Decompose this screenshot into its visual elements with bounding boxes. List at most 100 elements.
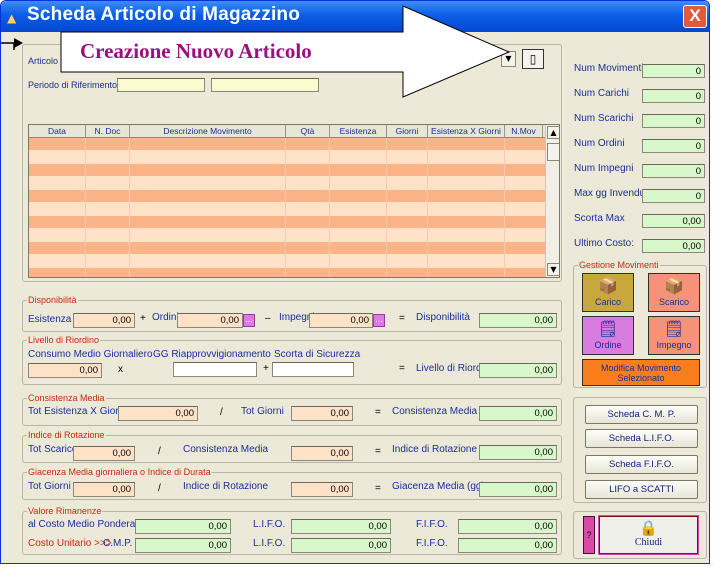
- stat-label: Scorta Max: [574, 213, 625, 224]
- chiudi-button[interactable]: 🔒 Chiudi: [598, 515, 699, 555]
- rimanenze-legend: Valore Rimanenze: [27, 506, 103, 516]
- main-window: ▲ Scheda Articolo di Magazzino X Articol…: [0, 0, 710, 564]
- plus-sign-2: +: [263, 363, 269, 374]
- table-row[interactable]: [29, 216, 545, 229]
- scheda-button-0[interactable]: Scheda C. M. P.: [585, 405, 698, 424]
- consistenza-media-field-2[interactable]: 0,00: [291, 446, 353, 461]
- grid-divider: [504, 138, 505, 277]
- grid-col-header[interactable]: N.Mov: [505, 125, 543, 138]
- table-row[interactable]: [29, 164, 545, 177]
- grid-col-header[interactable]: Esistenza X Giorni: [428, 125, 505, 138]
- grid-divider: [85, 138, 86, 277]
- consumo-field[interactable]: 0,00: [28, 363, 102, 378]
- scroll-up-icon[interactable]: ▲: [547, 126, 559, 139]
- table-row[interactable]: [29, 190, 545, 203]
- grid-col-header[interactable]: Descrizione Movimento: [130, 125, 286, 138]
- stat-value: 0: [642, 164, 705, 178]
- indice-rotazione-field-2[interactable]: 0,00: [291, 482, 353, 497]
- grid-divider: [285, 138, 286, 277]
- tot-giorni-field[interactable]: 0,00: [291, 406, 353, 421]
- table-row[interactable]: [29, 242, 545, 255]
- scheda-button-1[interactable]: Scheda L.I.F.O.: [585, 429, 698, 448]
- grid-col-header[interactable]: Data: [29, 125, 86, 138]
- grid-divider: [129, 138, 130, 277]
- close-button[interactable]: X: [683, 5, 707, 28]
- giacenza-result-field: 0,00: [479, 482, 557, 497]
- stat-value: 0: [642, 89, 705, 103]
- equals-sign-2: =: [399, 363, 405, 374]
- lock-icon: 🔒: [639, 519, 658, 537]
- table-row[interactable]: [29, 229, 545, 242]
- table-row[interactable]: [29, 177, 545, 190]
- ordini-label: Ordini: [152, 312, 179, 323]
- scheda-button-2[interactable]: Scheda F.I.F.O.: [585, 455, 698, 474]
- indice-rotazione-label-2: Indice di Rotazione: [183, 481, 269, 492]
- stat-value: 0: [642, 139, 705, 153]
- table-row[interactable]: [29, 138, 545, 151]
- tot-giorni-label-2: Tot Giorni: [28, 481, 71, 492]
- ordine-button[interactable]: 🗒 Ordine: [582, 316, 634, 355]
- scarico-button[interactable]: 📦 Scarico: [648, 273, 700, 312]
- multiply-sign: x: [118, 364, 123, 375]
- stat-value: 0: [642, 189, 705, 203]
- divide-sign-3: /: [158, 483, 161, 494]
- carico-button[interactable]: 📦 Carico: [582, 273, 634, 312]
- stat-label: Num Impegni: [574, 163, 634, 174]
- tot-giorni-field-2[interactable]: 0,00: [73, 482, 135, 497]
- plus-sign: +: [140, 313, 146, 324]
- esistenza-field[interactable]: 0,00: [73, 313, 135, 328]
- help-button[interactable]: ?: [583, 516, 595, 554]
- impegni-field[interactable]: 0,00: [309, 313, 373, 328]
- costo-unitario-label: Costo Unitario >>>: [28, 538, 112, 549]
- tot-scarico-field[interactable]: 0,00: [73, 446, 135, 461]
- gestione-legend: Gestione Movimenti: [578, 260, 660, 270]
- tot-esistenza-label: Tot Esistenza X Giorni: [28, 406, 127, 417]
- table-row[interactable]: [29, 203, 545, 216]
- impegno-button[interactable]: 🗒 Impegno: [648, 316, 700, 355]
- lifo-field-1: 0,00: [291, 519, 391, 534]
- grid-col-header[interactable]: N. Doc: [86, 125, 130, 138]
- grid-header: Data N. Doc Descrizione Movimento Qtà Esiste…: [29, 125, 545, 138]
- table-row[interactable]: [29, 268, 545, 277]
- impegni-detail-button[interactable]: ...: [373, 314, 385, 327]
- table-row[interactable]: [29, 151, 545, 164]
- stat-label: Num Scarichi: [574, 113, 634, 124]
- grid-scrollbar[interactable]: ▲ ▼: [545, 125, 559, 277]
- cmp-field: 0,00: [135, 538, 231, 553]
- giacenza-legend: Giacenza Media giornaliera o Indice di D…: [27, 467, 212, 477]
- grid-col-header[interactable]: Qtà: [286, 125, 330, 138]
- scorta-sicurezza-label: Scorta di Sicurezza: [274, 349, 361, 360]
- cmp-label: C.M.P.: [103, 538, 133, 549]
- ordini-field[interactable]: 0,00: [177, 313, 243, 328]
- fifo-label-1: F.I.F.O.: [416, 519, 448, 530]
- rotazione-result-field: 0,00: [479, 445, 557, 460]
- grid-divider: [329, 138, 330, 277]
- stat-label: Num Ordini: [574, 138, 625, 149]
- minus-sign: –: [265, 313, 271, 324]
- tot-esistenza-field[interactable]: 0,00: [118, 406, 198, 421]
- stat-label: Num Carichi: [574, 88, 630, 99]
- grid-col-header[interactable]: Esistenza: [330, 125, 387, 138]
- costo-medio-field: 0,00: [135, 519, 231, 534]
- modifica-movimento-button[interactable]: Modifica Movimento Selezionato: [582, 359, 700, 386]
- fifo-field-1: 0,00: [458, 519, 557, 534]
- disponibilita-result-label: Disponibilità: [416, 312, 470, 323]
- rotazione-legend: Indice di Rotazione: [27, 430, 106, 440]
- stat-value: 0,00: [642, 214, 705, 228]
- gg-riapprov-field[interactable]: [173, 362, 257, 377]
- consumo-label: Consumo Medio Giornaliero: [28, 349, 153, 360]
- disponibilita-legend: Disponibilità: [27, 295, 78, 305]
- table-row[interactable]: [29, 255, 545, 268]
- ordini-detail-button[interactable]: ...: [243, 314, 255, 327]
- scroll-thumb[interactable]: [547, 143, 559, 161]
- equals-sign-5: =: [375, 483, 381, 494]
- movements-grid[interactable]: Data N. Doc Descrizione Movimento Qtà Esiste…: [28, 124, 560, 278]
- fifo-label-2: F.I.F.O.: [416, 538, 448, 549]
- scroll-down-icon[interactable]: ▼: [547, 263, 559, 276]
- box-in-icon: 📦: [598, 278, 618, 295]
- scheda-button-3[interactable]: LIFO a SCATTI: [585, 480, 698, 499]
- scorta-sicurezza-field[interactable]: [272, 362, 354, 377]
- equals-sign-4: =: [375, 446, 381, 457]
- stat-label: Num Movimenti: [574, 63, 644, 74]
- grid-col-header[interactable]: Giorni: [387, 125, 428, 138]
